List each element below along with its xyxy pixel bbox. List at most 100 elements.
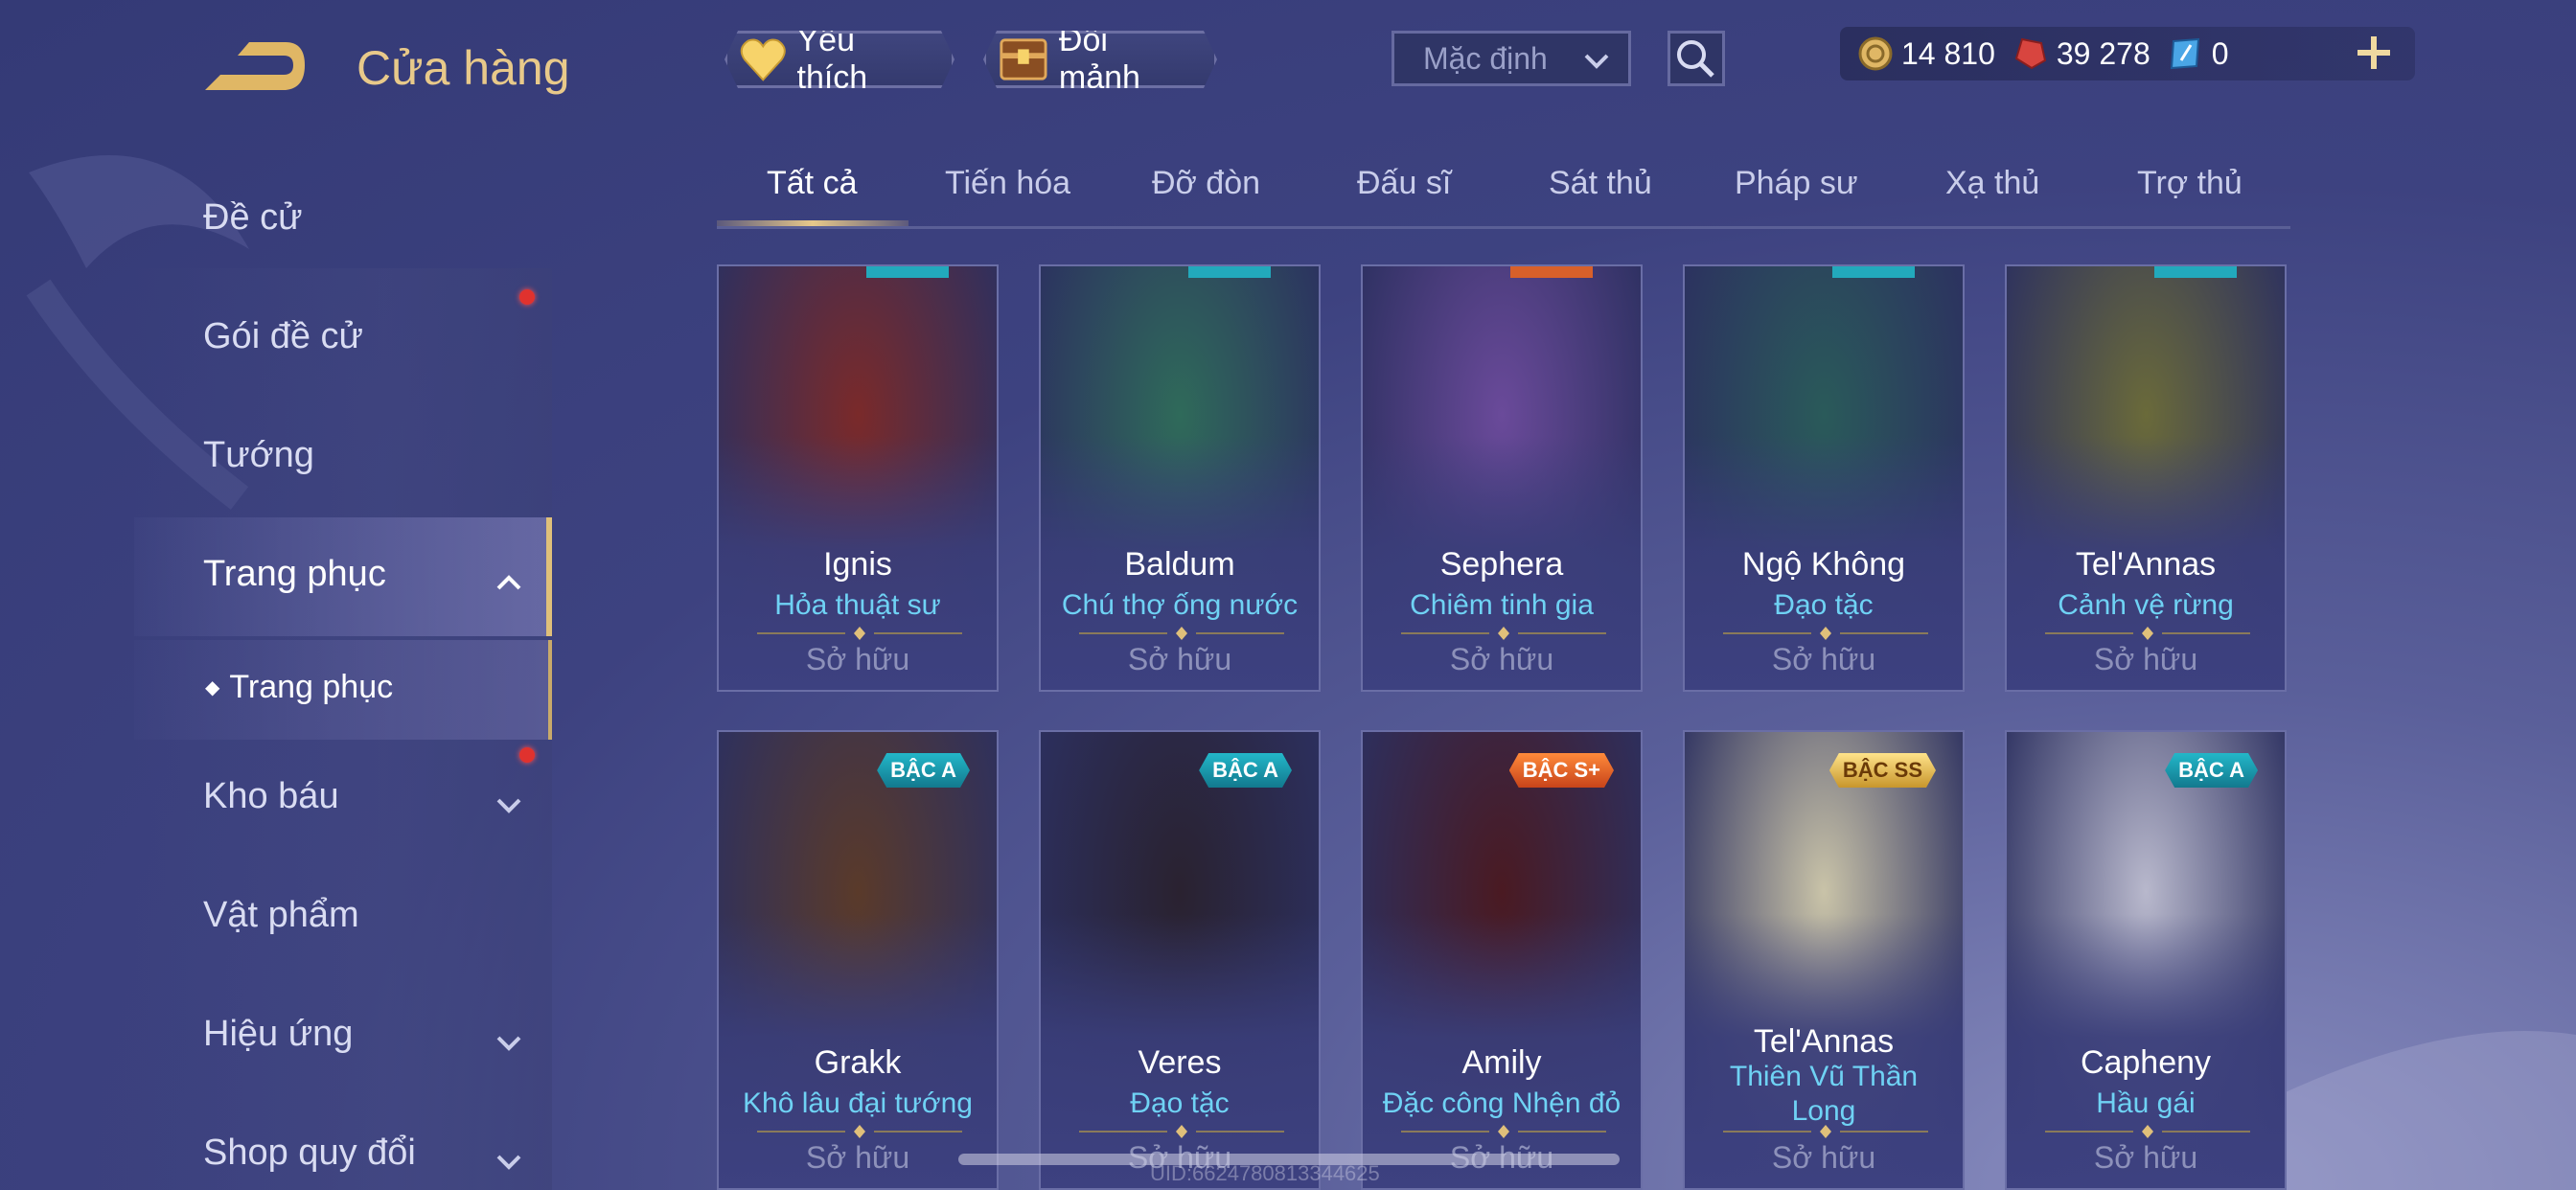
hero-name: Tel'Annas [1753, 1023, 1895, 1060]
tab-mage[interactable]: Pháp sư [1735, 165, 1858, 202]
gem-currency: 0 [2168, 35, 2229, 72]
tier-tab [2154, 266, 2237, 278]
hero-name: Ignis [823, 546, 892, 583]
skin-card[interactable]: Ngộ Không Đạo tặc Sở hữu [1683, 264, 1965, 692]
gem-amount: 0 [2211, 35, 2229, 71]
sidebar-item-exchange-shop[interactable]: Shop quy đổi [203, 1133, 521, 1174]
sidebar-item-label: Vật phẩm [203, 895, 359, 935]
tab-all[interactable]: Tất cả [767, 165, 857, 202]
sidebar-item-recommended-packs[interactable]: Gói đề cử [203, 316, 363, 357]
tier-tab [866, 266, 949, 278]
skin-card[interactable]: Tel'Annas Cảnh vệ rừng Sở hữu [2005, 264, 2287, 692]
sidebar-item-label: Kho báu [203, 776, 339, 816]
ornament-divider [1401, 1125, 1606, 1138]
tier-badge: BẬC A [1199, 753, 1292, 788]
skin-card[interactable]: BẬC SS Tel'Annas Thiên Vũ Thần Long Sở hữu [1683, 730, 1965, 1190]
skin-name: Chú thợ ống nước [1061, 589, 1299, 621]
hero-name: Grakk [814, 1044, 902, 1081]
owned-status: Sở hữu [2093, 642, 2198, 676]
sidebar-subitem-label: Trang phục [229, 669, 394, 705]
hero-name: Baldum [1124, 546, 1235, 583]
notification-dot [519, 289, 535, 305]
tab-marksman[interactable]: Xạ thủ [1945, 165, 2039, 202]
heart-icon [739, 36, 788, 82]
ornament-divider [1079, 627, 1284, 640]
tier-badge: BẬC A [2165, 753, 2258, 788]
ornament-divider [1401, 627, 1606, 640]
search-button[interactable] [1668, 31, 1725, 86]
sidebar-subitem-skins[interactable]: ◆ Trang phục [205, 669, 393, 706]
diamond-bullet-icon: ◆ [205, 677, 220, 698]
favorite-label: Yêu thích [796, 22, 868, 96]
gold-coin-icon [1858, 36, 1893, 71]
tab-fighter[interactable]: Đấu sĩ [1357, 165, 1451, 202]
gold-amount: 14 810 [1901, 35, 1995, 71]
sidebar-item-label: Hiệu ứng [203, 1014, 354, 1054]
add-currency-button[interactable] [2350, 29, 2398, 77]
chevron-down-icon [496, 1036, 521, 1051]
sidebar-item-label: Đề cử [203, 197, 303, 238]
back-arrow-icon [205, 42, 305, 90]
back-button[interactable] [201, 36, 309, 96]
favorite-button[interactable]: Yêu thích [724, 31, 954, 88]
owned-status: Sở hữu [1771, 1140, 1876, 1175]
skin-card[interactable]: BẬC AVeresĐạo tặcSở hữu [1039, 730, 1321, 1190]
tab-evolution[interactable]: Tiến hóa [945, 165, 1070, 202]
hero-name: Veres [1138, 1044, 1222, 1081]
blue-token-icon [2170, 37, 2199, 70]
chevron-down-icon [1584, 54, 1609, 69]
fragment-exchange-button[interactable]: Đổi mảnh [983, 31, 1217, 88]
sidebar-item-treasure[interactable]: Kho báu [203, 776, 521, 817]
sidebar: Đề cử Gói đề cử Tướng Trang phục ◆ Trang … [0, 153, 556, 1190]
ornament-divider [2045, 627, 2250, 640]
tier-tab [1832, 266, 1915, 278]
skin-name: Khô lâu đại tướng [743, 1087, 973, 1119]
currency-bar: 14 810 39 278 0 [1840, 27, 2415, 80]
sort-dropdown[interactable]: Mặc định [1392, 31, 1631, 86]
skin-name: Chiêm tinh gia [1410, 589, 1594, 621]
ornament-divider [1723, 1125, 1928, 1138]
sidebar-item-items[interactable]: Vật phẩm [203, 895, 359, 936]
page-title: Cửa hàng [356, 41, 570, 95]
treasure-chest-icon [998, 35, 1049, 83]
sidebar-item-recommended[interactable]: Đề cử [203, 197, 303, 239]
owned-status: Sở hữu [2093, 1140, 2198, 1175]
search-icon [1677, 40, 1714, 78]
category-tabs: Tất cả Tiến hóa Đỡ đòn Đấu sĩ Sát thủ Ph… [717, 157, 2290, 229]
ornament-divider [2045, 1125, 2250, 1138]
tier-badge: BẬC SS [1829, 753, 1936, 788]
sidebar-item-skins[interactable]: Trang phục [203, 554, 521, 595]
skin-name: Đạo tặc [1774, 589, 1874, 621]
ornament-divider [1079, 1125, 1284, 1138]
skin-card[interactable]: Baldum Chú thợ ống nước Sở hữu [1039, 264, 1321, 692]
sidebar-item-label: Tướng [203, 435, 314, 475]
skin-card[interactable]: Ignis Hỏa thuật sư Sở hữu [717, 264, 999, 692]
owned-status: Sở hữu [805, 642, 910, 676]
skin-card[interactable]: BẬC A Capheny Hầu gái Sở hữu [2005, 730, 2287, 1190]
notification-dot [519, 747, 535, 763]
chevron-up-icon [496, 575, 521, 590]
skin-card[interactable]: BẬC S+AmilyĐặc công Nhện đỏSở hữu [1361, 730, 1643, 1190]
tier-badge: BẬC S+ [1509, 753, 1614, 788]
voucher-currency: 39 278 [2012, 35, 2150, 72]
tab-support[interactable]: Trợ thủ [2137, 165, 2242, 202]
skin-card[interactable]: Sephera Chiêm tinh gia Sở hữu [1361, 264, 1643, 692]
sidebar-item-effects[interactable]: Hiệu ứng [203, 1014, 521, 1055]
tab-tank[interactable]: Đỡ đòn [1152, 165, 1260, 202]
sidebar-item-label: Shop quy đổi [203, 1133, 416, 1173]
sort-selected-value: Mặc định [1423, 40, 1548, 76]
sidebar-item-heroes[interactable]: Tướng [203, 435, 314, 476]
ornament-divider [757, 627, 962, 640]
plus-icon [2358, 36, 2390, 69]
owned-status: Sở hữu [1449, 642, 1554, 676]
active-tab-underline [717, 220, 908, 226]
hero-name: Ngộ Không [1741, 546, 1906, 583]
tab-assassin[interactable]: Sát thủ [1549, 165, 1652, 202]
red-gem-icon [2014, 37, 2047, 70]
sidebar-item-label: Trang phục [203, 554, 386, 594]
skin-name: Hỏa thuật sư [774, 589, 941, 621]
skin-card[interactable]: BẬC A Grakk Khô lâu đại tướng Sở hữu [717, 730, 999, 1190]
skin-name: Hầu gái [2096, 1087, 2196, 1119]
sidebar-item-label: Gói đề cử [203, 316, 363, 356]
hero-name: Amily [1461, 1044, 1542, 1081]
